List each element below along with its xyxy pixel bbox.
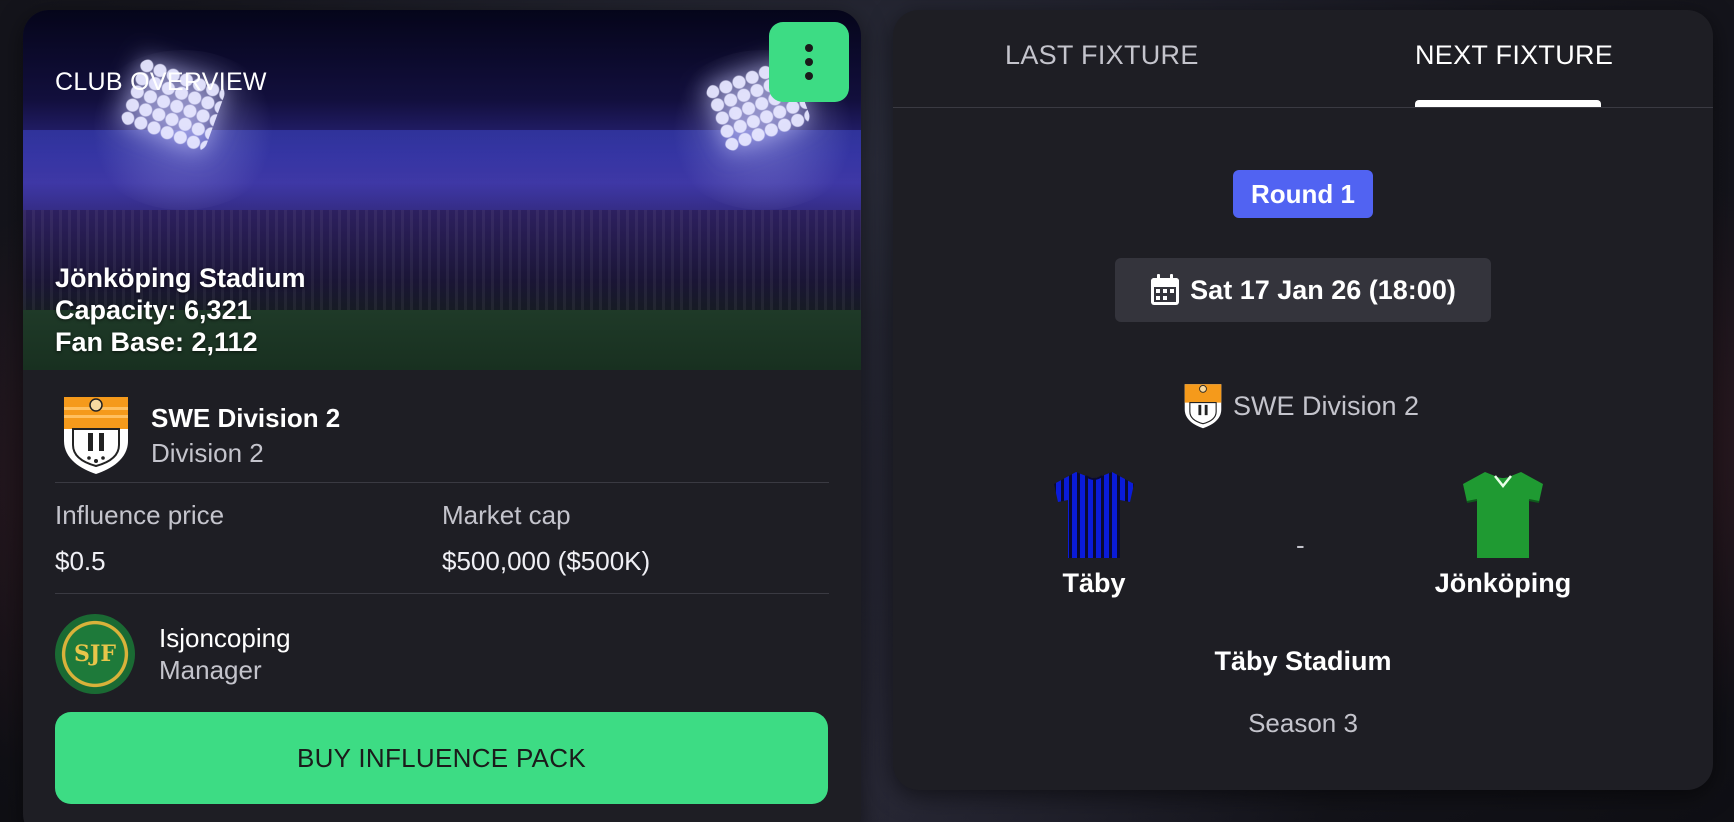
stadium-capacity: Capacity: 6,321 (55, 295, 252, 325)
more-options-button[interactable] (769, 22, 849, 102)
stadium-info: Jönköping Stadium Capacity: 6,321 Fan Ba… (55, 262, 306, 358)
league-shield-icon (64, 397, 128, 474)
calendar-icon (1151, 274, 1180, 305)
home-team[interactable]: Täby (994, 468, 1194, 599)
league-name: SWE Division 2 (151, 403, 341, 433)
score-separator: - (1296, 530, 1305, 560)
manager-avatar: SJF (55, 614, 135, 694)
tab-last-fixture[interactable]: LAST FIXTURE (1005, 40, 1199, 71)
manager-role: Manager (159, 655, 262, 685)
market-cap-stat: Market cap $500,000 ($500K) (442, 497, 829, 579)
blue-striped-jersey-icon (1054, 472, 1134, 558)
club-overview-card: CLUB OVERVIEW Jönköping Stadium Capacity… (23, 10, 861, 822)
fixture-season: Season 3 (1248, 708, 1358, 738)
league-shield-icon (1184, 384, 1222, 429)
away-team[interactable]: Jönköping (1403, 468, 1603, 599)
away-team-name: Jönköping (1434, 568, 1572, 598)
fixture-league-name: SWE Division 2 (1233, 390, 1420, 421)
club-stats: Influence price $0.5 Market cap $500,000… (23, 483, 861, 593)
influence-price-value: $0.5 (55, 546, 106, 576)
green-jersey-icon (1463, 472, 1543, 558)
fixture-card: LAST FIXTURE NEXT FIXTURE Round 1 Sat 17… (893, 10, 1713, 790)
fixture-league: SWE Division 2 (1183, 382, 1419, 430)
influence-price-stat: Influence price $0.5 (55, 497, 442, 579)
tab-next-fixture[interactable]: NEXT FIXTURE (1415, 40, 1613, 71)
stadium-name: Jönköping Stadium (55, 263, 306, 293)
active-tab-indicator (1415, 100, 1601, 107)
league-division: Division 2 (151, 438, 264, 468)
fixture-tabs: LAST FIXTURE NEXT FIXTURE (893, 10, 1713, 108)
home-team-name: Täby (1062, 568, 1126, 598)
buy-influence-pack-button[interactable]: BUY INFLUENCE PACK (55, 712, 828, 804)
club-overview-title: CLUB OVERVIEW (55, 68, 267, 96)
fixture-date-text: Sat 17 Jan 26 (18:00) (1190, 274, 1456, 305)
fixture-date: Sat 17 Jan 26 (18:00) (1115, 258, 1491, 322)
league-row[interactable]: SWE Division 2 Division 2 (23, 370, 861, 482)
fixture-venue: Täby Stadium (1214, 646, 1392, 676)
influence-price-label: Influence price (55, 500, 225, 530)
manager-name: Isjoncoping (159, 623, 291, 653)
round-badge: Round 1 (1233, 170, 1373, 218)
stadium-banner: CLUB OVERVIEW Jönköping Stadium Capacity… (23, 10, 861, 370)
kebab-menu-icon (805, 44, 813, 52)
manager-row[interactable]: SJF Isjoncoping Manager (23, 594, 861, 700)
fan-base: Fan Base: 2,112 (55, 327, 258, 357)
market-cap-label: Market cap (442, 500, 571, 530)
market-cap-value: $500,000 ($500K) (442, 546, 651, 576)
